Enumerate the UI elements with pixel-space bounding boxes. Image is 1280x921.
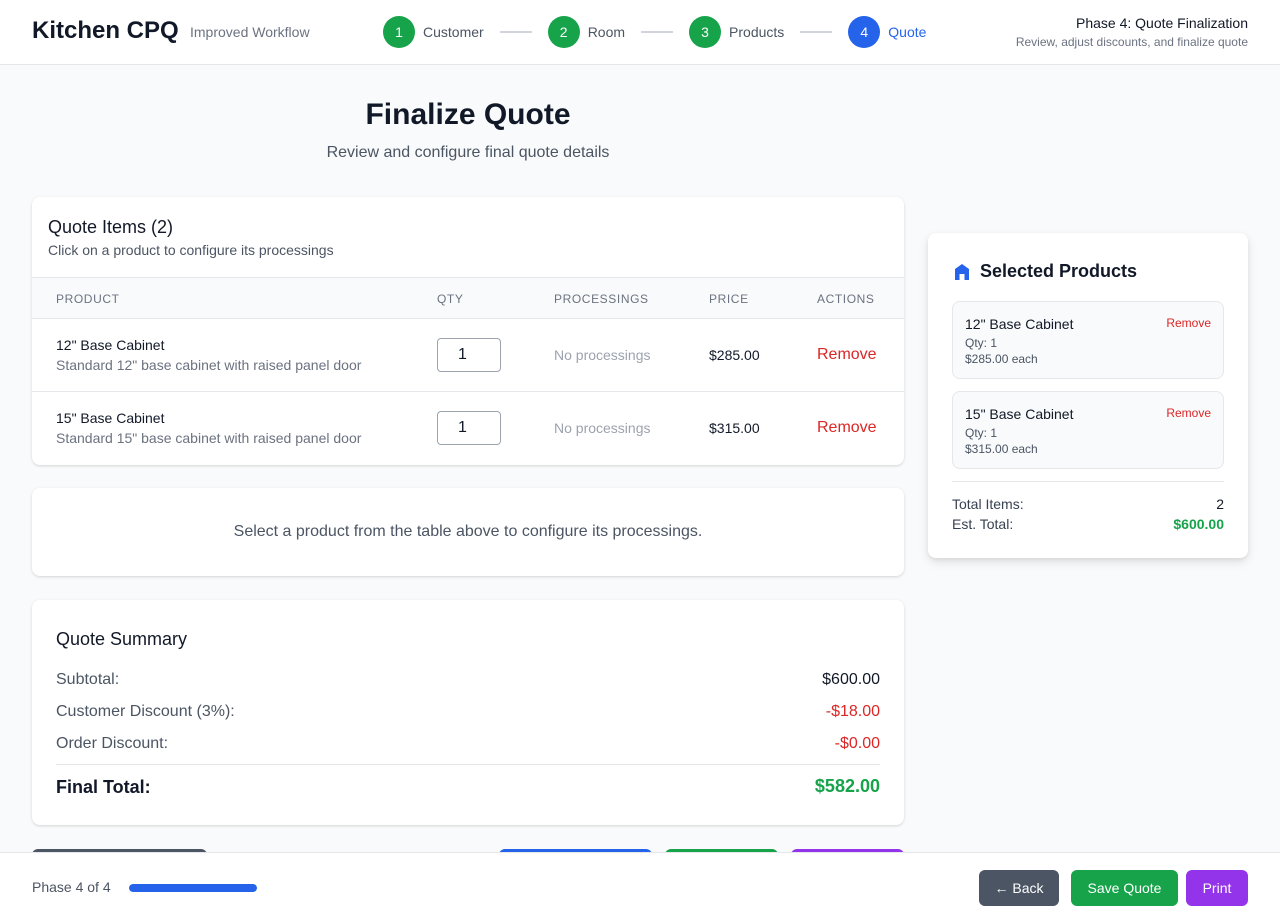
column-header-actions: Actions (817, 292, 875, 306)
order-discount-label: Order Discount: (56, 735, 169, 752)
processing-placeholder-message: Select a product from the table above to… (233, 523, 703, 540)
progress-fill (129, 884, 257, 892)
step-number: 2 (547, 16, 580, 48)
selected-product-item: 15" Base Cabinet Qty: 1 $315.00 each Rem… (952, 391, 1224, 469)
column-header-price: Price (709, 292, 749, 306)
customer-discount-value: -$18.00 (825, 703, 880, 720)
quantity-input[interactable] (437, 338, 501, 372)
total-items-label: Total Items: (952, 496, 1024, 512)
est-total-label: Est. Total: (952, 516, 1014, 532)
product-description: Standard 15" base cabinet with raised pa… (56, 430, 362, 446)
back-button[interactable]: ← Back (979, 870, 1059, 906)
product-price: $315.00 (709, 420, 760, 436)
processings-status: No processings (554, 420, 651, 436)
print-button[interactable]: Print (1186, 870, 1248, 906)
selected-product-price: $285.00 each (965, 352, 1038, 366)
total-items-value: 2 (1216, 496, 1224, 512)
sidebar-header: Selected Products (952, 261, 1137, 282)
product-description: Standard 12" base cabinet with raised pa… (56, 357, 362, 373)
page-title: Finalize Quote (365, 98, 571, 131)
page-subtitle: Review and configure final quote details (326, 144, 610, 161)
step-label: Customer (423, 24, 484, 40)
selected-product-qty: Qty: 1 (965, 336, 998, 350)
remove-selected-button[interactable]: Remove (1166, 406, 1211, 420)
table-row[interactable]: 15" Base Cabinet Standard 15" base cabin… (32, 392, 904, 465)
product-name: 12" Base Cabinet (56, 337, 165, 353)
selected-product-item: 12" Base Cabinet Qty: 1 $285.00 each Rem… (952, 301, 1224, 379)
quote-items-card: Quote Items (2) Click on a product to co… (32, 197, 904, 465)
step-number: 1 (383, 16, 415, 48)
subtotal-value: $600.00 (822, 671, 880, 688)
selected-product-qty: Qty: 1 (965, 426, 998, 440)
footer-bar: Phase 4 of 4 ← Back Save Quote Print (0, 852, 1280, 921)
summary-divider (56, 764, 880, 765)
step-customer[interactable]: 1 Customer (383, 16, 484, 48)
table-header: Product Qty Processings Price Actions (32, 277, 904, 319)
save-quote-button[interactable]: Save Quote (1071, 870, 1178, 906)
step-connector (800, 31, 833, 33)
product-name: 15" Base Cabinet (56, 410, 165, 426)
step-products[interactable]: 3 Products (689, 16, 784, 48)
sidebar-divider (952, 481, 1224, 482)
selected-product-name: 15" Base Cabinet (965, 406, 1074, 422)
home-icon (955, 263, 969, 280)
product-price: $285.00 (709, 347, 760, 363)
summary-title: Quote Summary (56, 629, 188, 649)
app-subtitle: Improved Workflow (190, 24, 310, 40)
column-header-product: Product (56, 292, 120, 306)
processing-config-panel: Select a product from the table above to… (32, 488, 904, 576)
table-row[interactable]: 12" Base Cabinet Standard 12" base cabin… (32, 319, 904, 392)
phase-description: Review, adjust discounts, and finalize q… (1015, 35, 1248, 49)
sidebar-title: Selected Products (980, 261, 1138, 281)
quote-items-header: Quote Items (2) Click on a product to co… (48, 217, 334, 258)
remove-item-button[interactable]: Remove (817, 419, 877, 437)
phase-info: Phase 4: Quote Finalization Review, adju… (1016, 15, 1248, 49)
step-number: 3 (689, 16, 722, 48)
subtotal-label: Subtotal: (56, 671, 120, 688)
quote-items-help: Click on a product to configure its proc… (48, 242, 334, 258)
selected-product-price: $315.00 each (965, 442, 1038, 456)
step-label: Quote (888, 24, 927, 40)
order-discount-value: -$0.00 (834, 735, 880, 752)
selected-product-name: 12" Base Cabinet (965, 316, 1074, 332)
progress-bar (129, 884, 257, 892)
step-room[interactable]: 2 Room (547, 16, 626, 48)
quote-summary-card: Quote Summary Subtotal: $600.00 Customer… (32, 600, 904, 825)
column-header-processings: Processings (554, 292, 649, 306)
final-total-value: $582.00 (814, 776, 880, 796)
est-total-value: $600.00 (1173, 516, 1224, 532)
step-connector (641, 31, 674, 33)
phase-count: Phase 4 of 4 (32, 879, 111, 895)
remove-item-button[interactable]: Remove (817, 346, 877, 364)
customer-discount-label: Customer Discount (3%): (56, 703, 235, 720)
step-connector (499, 31, 532, 33)
processings-status: No processings (554, 347, 651, 363)
app-header: Kitchen CPQ Improved Workflow 1 Customer… (0, 0, 1280, 65)
quantity-input[interactable] (437, 411, 501, 445)
app-title: Kitchen CPQ (32, 17, 179, 44)
step-quote[interactable]: 4 Quote (848, 16, 926, 48)
selected-products-sidebar: Selected Products 12" Base Cabinet Qty: … (928, 233, 1248, 558)
column-header-qty: Qty (437, 292, 464, 306)
final-total-label: Final Total: (56, 777, 151, 797)
remove-selected-button[interactable]: Remove (1166, 316, 1211, 330)
step-number: 4 (848, 16, 881, 48)
step-label: Products (729, 24, 785, 40)
step-label: Room (587, 24, 626, 40)
quote-items-title: Quote Items (2) (48, 217, 174, 237)
phase-title: Phase 4: Quote Finalization (1076, 15, 1248, 31)
workflow-stepper: 1 Customer 2 Room 3 Products 4 Quote (383, 16, 926, 48)
